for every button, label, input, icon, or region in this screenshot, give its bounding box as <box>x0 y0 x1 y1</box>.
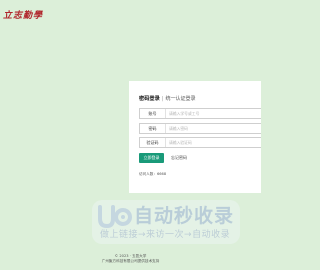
login-panel: 密码登录 | 统一认证登录 账号 密码 验证码 立即登录 忘记密码 访问人数：6… <box>129 81 261 193</box>
account-input[interactable] <box>165 109 261 118</box>
password-row: 密码 <box>139 123 261 134</box>
captcha-label: 验证码 <box>146 139 159 145</box>
account-label: 账号 <box>148 110 157 116</box>
visit-counter: 访问人数：6668 <box>139 172 167 176</box>
password-input[interactable] <box>165 124 261 133</box>
watermark-logo-icon <box>98 205 132 229</box>
watermark-banner[interactable]: 自动秒收录 做上链接→来访一次→自动收录 <box>92 200 240 244</box>
tab-unified-auth-login[interactable]: 统一认证登录 <box>165 95 195 102</box>
forgot-password-link[interactable]: 忘记密码 <box>171 155 187 161</box>
tab-password-login[interactable]: 密码登录 <box>139 95 160 102</box>
watermark-title: 自动秒收录 <box>134 205 235 227</box>
captcha-input[interactable] <box>165 138 261 147</box>
footer-support: 广州聚方科技有限公司提供技术支持 <box>101 259 160 263</box>
logo-text: 立志勤學 <box>3 10 44 21</box>
watermark-slogan: 做上链接→来访一次→自动收录 <box>100 230 231 240</box>
login-actions: 立即登录 忘记密码 <box>139 153 187 163</box>
login-button[interactable]: 立即登录 <box>139 153 164 163</box>
password-label: 密码 <box>148 125 157 131</box>
captcha-row: 验证码 <box>139 137 261 148</box>
account-row: 账号 <box>139 108 261 119</box>
login-tabs: 密码登录 | 统一认证登录 <box>139 95 195 103</box>
tab-separator: | <box>161 95 164 102</box>
page-footer: © 2023 · 五邑大学 广州聚方科技有限公司提供技术支持 <box>0 254 261 264</box>
site-logo[interactable]: 立志勤學 <box>3 3 63 25</box>
